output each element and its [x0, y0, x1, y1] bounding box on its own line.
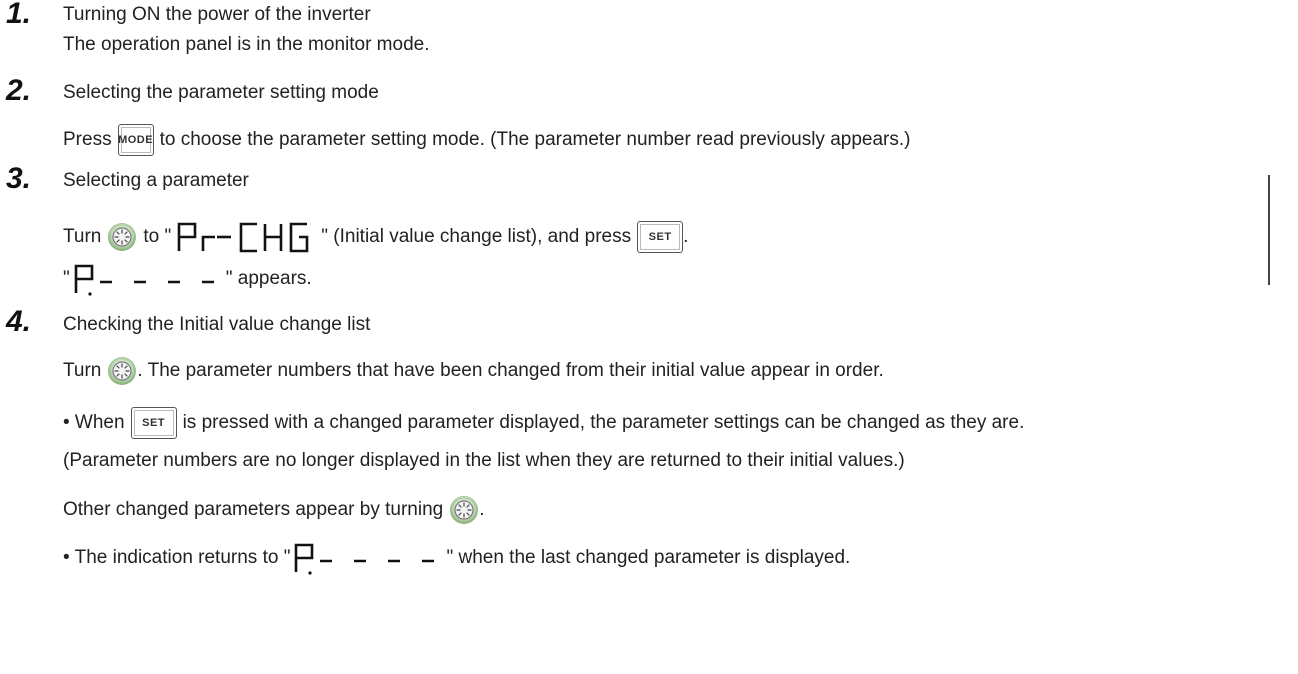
step-3-appears-text: " appears. — [225, 268, 312, 289]
step-3-instruction-2: " " appears. — [63, 262, 312, 296]
step-3-period: . — [683, 226, 689, 247]
step-4-last-text: " when the last changed parameter is dis… — [446, 547, 851, 568]
step-4-returns-text: • The indication returns to " — [63, 547, 291, 568]
pr-chg-display — [177, 222, 309, 253]
step-3-quote-open: " — [63, 268, 70, 289]
step-3-turn-text: Turn — [63, 226, 102, 247]
step-2-number: 2. — [6, 74, 32, 107]
step-4-turn-text: Turn — [63, 360, 102, 381]
step-1-description: The operation panel is in the monitor mo… — [63, 34, 430, 55]
step-2-press-text: Press — [63, 129, 112, 150]
step-4-number: 4. — [6, 305, 32, 338]
step-3-title: Selecting a parameter — [63, 170, 249, 191]
step-3-instruction-1: Turn to " " (Initial value change list),… — [63, 220, 688, 254]
p-dashes-display — [74, 264, 214, 296]
step-4-other-text: Other changed parameters appear by turni… — [63, 499, 444, 520]
set-key[interactable]: SET — [130, 407, 177, 439]
set-key[interactable]: SET — [637, 221, 684, 253]
step-4-bullet-1: • When SET is pressed with a changed par… — [63, 407, 1024, 439]
p-dashes-display — [295, 543, 435, 575]
setting-dial-icon[interactable] — [107, 222, 137, 252]
step-4-changed-text: is pressed with a changed parameter disp… — [182, 412, 1025, 433]
step-4-when-text: • When — [63, 412, 125, 433]
step-2-instruction: Press MODE to choose the parameter setti… — [63, 124, 910, 156]
step-2-title: Selecting the parameter setting mode — [63, 82, 379, 103]
step-4-note: (Parameter numbers are no longer display… — [63, 450, 905, 471]
step-2-instruction-text: to choose the parameter setting mode. (T… — [159, 129, 911, 150]
step-3-number: 3. — [6, 162, 32, 195]
step-4-other-period: . — [479, 499, 485, 520]
step-4-title: Checking the Initial value change list — [63, 314, 371, 335]
step-4-instruction-1: Turn . The parameter numbers that have b… — [63, 356, 884, 386]
step-3-to-text: to " — [143, 226, 172, 247]
step-1-title: Turning ON the power of the inverter — [63, 4, 371, 25]
setting-dial-icon[interactable] — [107, 356, 137, 386]
step-4-other-line: Other changed parameters appear by turni… — [63, 495, 485, 525]
step-4-bullet-2: • The indication returns to " " when the… — [63, 541, 850, 575]
setting-dial-icon[interactable] — [449, 495, 479, 525]
step-3-list-text: " (Initial value change list), and press — [321, 226, 632, 247]
step-4-order-text: . The parameter numbers that have been c… — [137, 360, 884, 381]
mode-key[interactable]: MODE — [117, 124, 154, 156]
margin-divider — [1268, 175, 1270, 285]
step-1-number: 1. — [6, 0, 32, 30]
